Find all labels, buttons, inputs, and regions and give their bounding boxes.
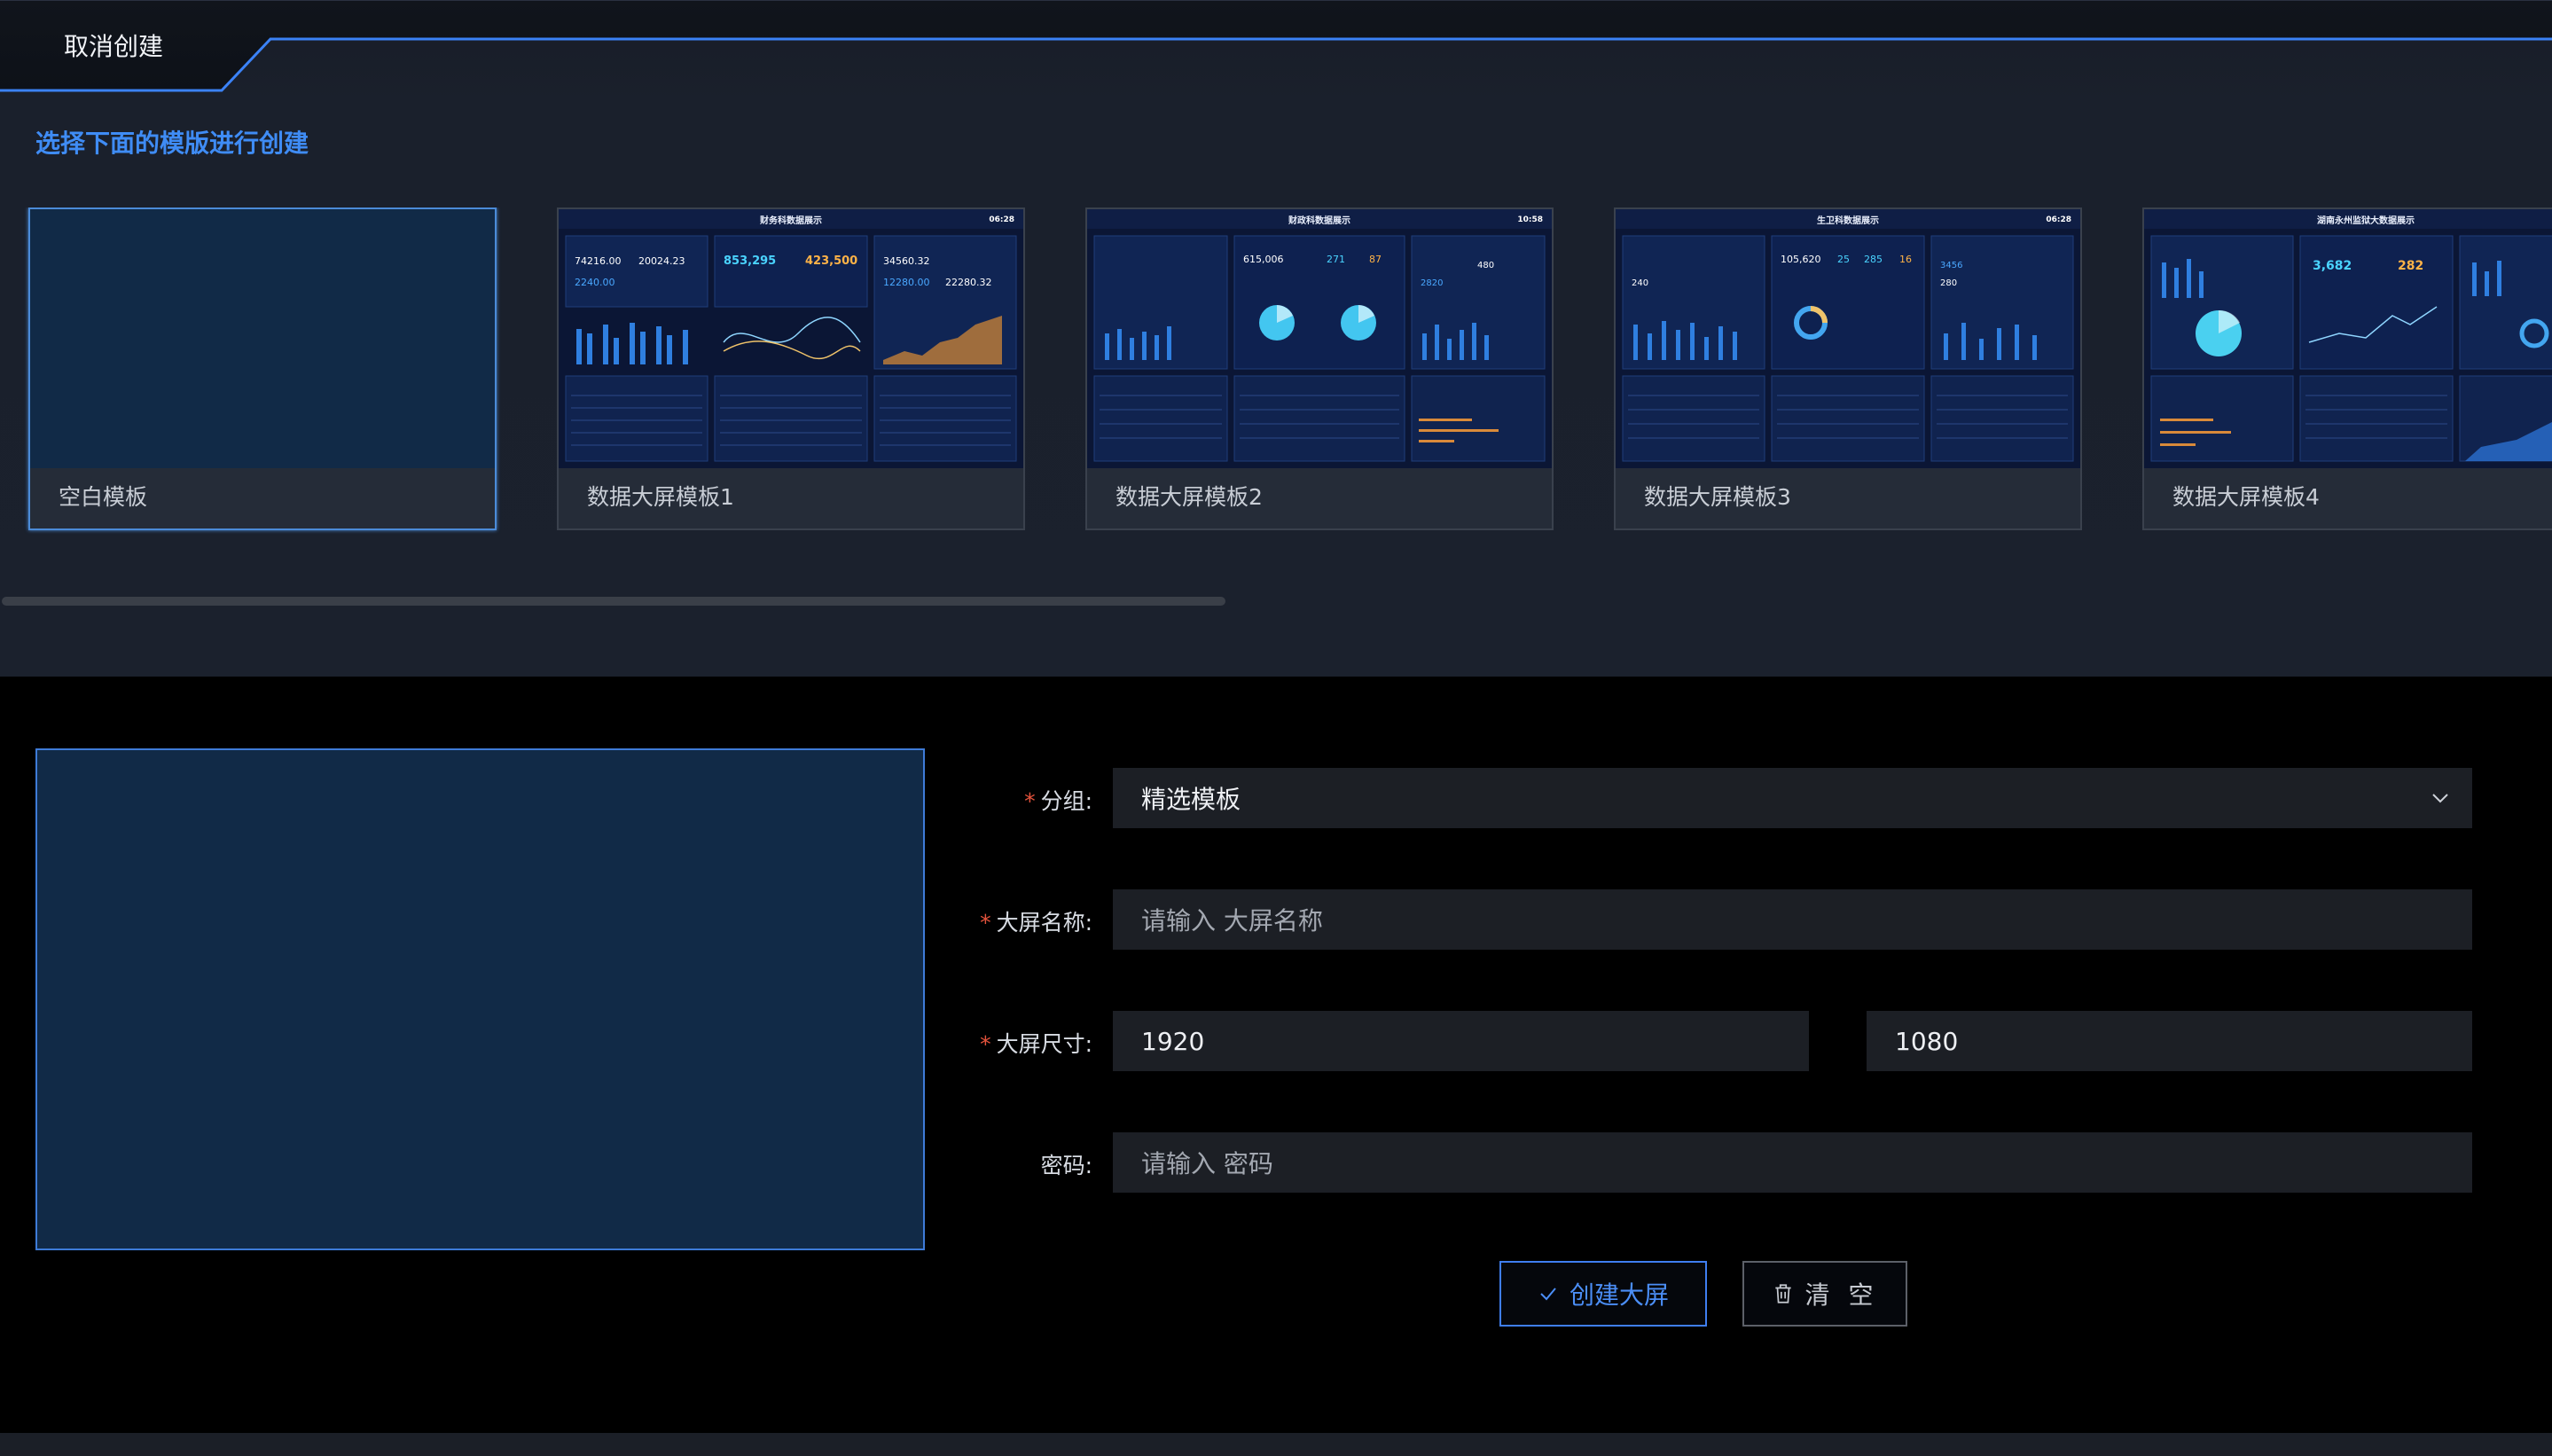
- thumb-number: 20024.23: [638, 255, 685, 267]
- group-label: * 分组:: [1024, 788, 1092, 814]
- header-tab-frame: [0, 0, 2552, 92]
- template-list: 空白模板 财务科数据展示 06:28 74216.00 20024.23 224…: [0, 207, 2552, 536]
- template-card-blank[interactable]: 空白模板: [28, 207, 497, 530]
- thumb-number: 105,620: [1781, 254, 1821, 265]
- cancel-create-button[interactable]: 取消创建: [27, 18, 200, 73]
- thumb-number: 3456: [1940, 261, 1962, 270]
- thumb-number: 34560.32: [883, 255, 930, 267]
- template-label: 数据大屏模板1: [587, 484, 734, 510]
- template-thumbnail-4: 湖南永州监狱大数据展示 3,682 282: [2144, 209, 2552, 468]
- thumb-number: 480: [1477, 261, 1494, 270]
- thumb-number: 280: [1940, 278, 1957, 288]
- thumb-title: 财政科数据展示: [1288, 215, 1350, 226]
- thumb-number: 74216.00: [575, 255, 622, 267]
- template-card-4[interactable]: 湖南永州监狱大数据展示 3,682 282 数据大屏模板4: [2142, 207, 2552, 530]
- dashboard-preview-1: 财务科数据展示 06:28 74216.00 20024.23 2240.00 …: [559, 209, 1023, 468]
- thumb-number: 87: [1369, 254, 1382, 265]
- clear-label: 清 空: [1804, 1280, 1879, 1310]
- required-mark: *: [980, 910, 991, 935]
- template-section-title: 选择下面的模版进行创建: [35, 129, 309, 158]
- create-screen-button[interactable]: 创建大屏: [1499, 1261, 1707, 1327]
- template-card-3[interactable]: 生卫科数据展示 06:28 105,620 25 285 16 3456 240…: [1614, 207, 2082, 530]
- thumb-number: 423,500: [805, 254, 857, 268]
- screen-name-label: * 大屏名称:: [980, 910, 1092, 935]
- screen-size-label: * 大屏尺寸:: [980, 1031, 1092, 1057]
- thumb-number: 2240.00: [575, 277, 615, 288]
- screen-name-input[interactable]: 请输入 大屏名称: [1113, 889, 2472, 950]
- screen-height-input[interactable]: 1080: [1867, 1011, 2472, 1071]
- thumb-time: 10:58: [1517, 215, 1543, 224]
- template-thumbnail-2: 财政科数据展示 10:58 615,006 271 87 480 2820: [1087, 209, 1552, 468]
- group-select-value: 精选模板: [1141, 785, 1241, 814]
- dashboard-preview-2: 财政科数据展示 10:58 615,006 271 87 480 2820: [1087, 209, 1552, 468]
- template-label: 空白模板: [59, 484, 148, 510]
- dashboard-preview-3: 生卫科数据展示 06:28 105,620 25 285 16 3456 240…: [1616, 209, 2080, 468]
- thumb-number: 285: [1864, 254, 1883, 265]
- template-selection-area: 取消创建 选择下面的模版进行创建 空白模板 财务科数据展示 06:28 7421…: [0, 0, 2552, 677]
- create-screen-label: 创建大屏: [1569, 1280, 1669, 1310]
- password-input[interactable]: 请输入 密码: [1113, 1132, 2472, 1193]
- chevron-down-icon: [2432, 794, 2448, 803]
- thumb-time: 06:28: [989, 215, 1014, 224]
- template-label: 数据大屏模板3: [1644, 484, 1791, 510]
- thumb-number: 240: [1632, 278, 1648, 288]
- thumb-title: 财务科数据展示: [759, 215, 822, 226]
- thumb-number: 22280.32: [945, 277, 992, 288]
- screen-width-input[interactable]: 1920: [1113, 1011, 1809, 1071]
- required-mark: *: [1024, 788, 1036, 814]
- template-card-2[interactable]: 财政科数据展示 10:58 615,006 271 87 480 2820 数据…: [1085, 207, 1554, 530]
- thumb-number: 16: [1899, 254, 1912, 265]
- template-thumbnail-3: 生卫科数据展示 06:28 105,620 25 285 16 3456 240…: [1616, 209, 2080, 468]
- trash-icon: [1772, 1282, 1795, 1305]
- thumb-number: 853,295: [724, 254, 776, 268]
- group-select[interactable]: 精选模板: [1113, 768, 2472, 828]
- thumb-number: 271: [1327, 254, 1345, 265]
- template-card-1[interactable]: 财务科数据展示 06:28 74216.00 20024.23 2240.00 …: [557, 207, 1025, 530]
- thumb-number: 282: [2398, 259, 2423, 273]
- dashboard-preview-4: 湖南永州监狱大数据展示 3,682 282: [2144, 209, 2552, 468]
- password-label: 密码:: [1040, 1153, 1092, 1178]
- template-thumbnail-blank: [30, 209, 495, 468]
- thumb-title: 湖南永州监狱大数据展示: [2317, 215, 2415, 226]
- thumb-number: 2820: [1421, 278, 1443, 288]
- thumb-number: 12280.00: [883, 277, 930, 288]
- horizontal-scrollbar[interactable]: [2, 597, 1225, 606]
- thumb-time: 06:28: [2046, 215, 2071, 224]
- template-label: 数据大屏模板2: [1116, 484, 1263, 510]
- thumb-number: 25: [1837, 254, 1850, 265]
- template-label: 数据大屏模板4: [2172, 484, 2320, 510]
- bottom-strip: [0, 1433, 2552, 1456]
- thumb-number: 3,682: [2313, 259, 2352, 273]
- template-preview: [35, 748, 925, 1250]
- check-icon: [1538, 1283, 1559, 1304]
- required-mark: *: [980, 1031, 991, 1057]
- thumb-title: 生卫科数据展示: [1817, 215, 1879, 226]
- template-thumbnail-1: 财务科数据展示 06:28 74216.00 20024.23 2240.00 …: [559, 209, 1023, 468]
- clear-button[interactable]: 清 空: [1742, 1261, 1907, 1327]
- thumb-number: 615,006: [1243, 254, 1284, 265]
